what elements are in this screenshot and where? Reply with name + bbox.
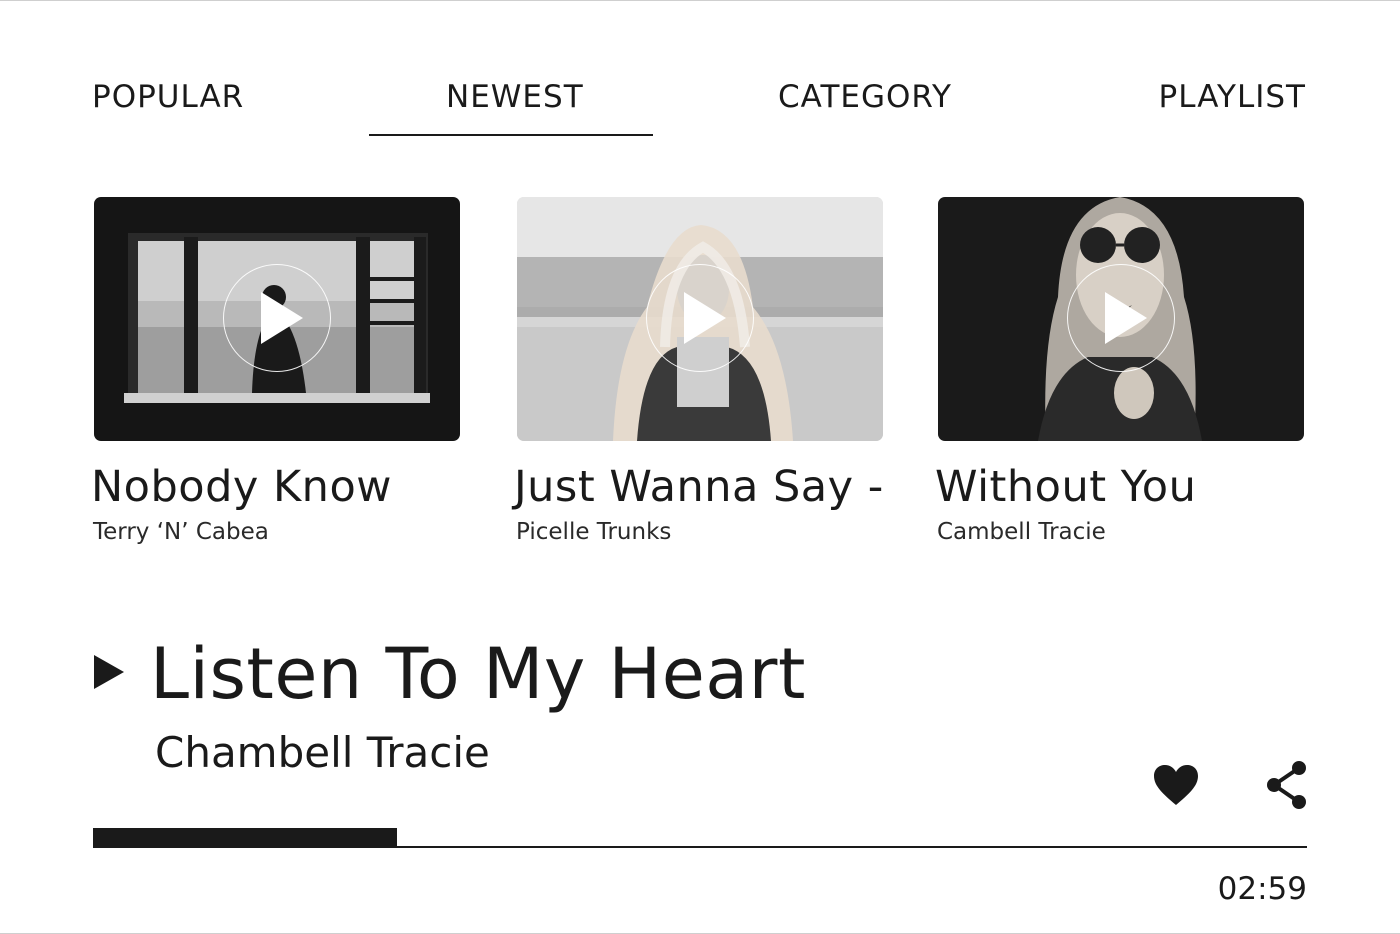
song-thumbnail[interactable]	[938, 197, 1304, 441]
play-icon	[684, 292, 726, 344]
share-icon	[1267, 761, 1306, 809]
play-button[interactable]	[646, 264, 754, 372]
play-button[interactable]	[1067, 264, 1175, 372]
progress-fill	[93, 828, 397, 848]
song-title: Just Wanna Say -	[514, 462, 884, 512]
song-thumbnail[interactable]	[94, 197, 460, 441]
now-playing-play-button[interactable]	[94, 655, 124, 693]
play-icon	[261, 292, 303, 344]
now-playing-artist: Chambell Tracie	[155, 728, 490, 777]
song-artist: Cambell Tracie	[937, 519, 1106, 545]
share-button[interactable]	[1265, 760, 1309, 814]
song-card[interactable]: Without You Cambell Tracie	[935, 197, 1304, 545]
song-title: Without You	[935, 462, 1197, 512]
now-playing-title: Listen To My Heart	[150, 633, 806, 715]
tab-bar: POPULAR NEWEST CATEGORY PLAYLIST	[0, 1, 1400, 141]
song-artist: Picelle Trunks	[516, 519, 672, 545]
progress-bar[interactable]	[93, 828, 1307, 850]
tab-newest[interactable]: NEWEST	[446, 79, 584, 119]
play-button[interactable]	[223, 264, 331, 372]
tab-playlist[interactable]: PLAYLIST	[1159, 79, 1306, 119]
tab-category[interactable]: CATEGORY	[778, 79, 952, 119]
song-card[interactable]: Just Wanna Say - Picelle Trunks	[514, 197, 883, 545]
song-title: Nobody Know	[91, 462, 392, 512]
track-time: 02:59	[1217, 871, 1307, 907]
play-icon	[1105, 292, 1147, 344]
active-tab-indicator	[369, 134, 653, 136]
song-card[interactable]: Nobody Know Terry ‘N’ Cabea	[91, 197, 460, 545]
song-thumbnail[interactable]	[517, 197, 883, 441]
heart-icon	[1154, 765, 1198, 805]
play-icon	[94, 655, 124, 689]
song-artist: Terry ‘N’ Cabea	[93, 519, 269, 545]
tab-popular[interactable]: POPULAR	[92, 79, 244, 119]
music-app: POPULAR NEWEST CATEGORY PLAYLIST Nobody …	[0, 0, 1400, 934]
like-button[interactable]	[1153, 764, 1199, 810]
